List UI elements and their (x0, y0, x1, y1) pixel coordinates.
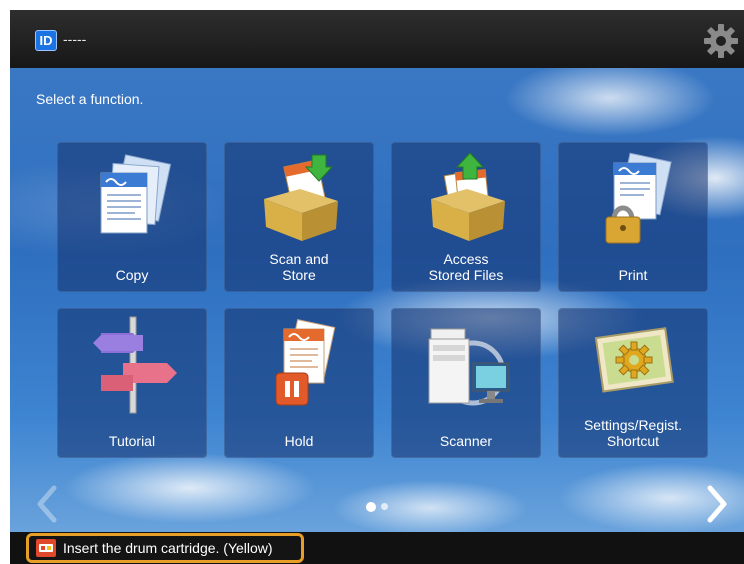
scan-and-store-icon (264, 154, 338, 241)
page-dot-active (366, 501, 376, 512)
print-icon (605, 152, 672, 244)
scanner-label: Scanner (439, 433, 493, 449)
page-dot (381, 503, 388, 511)
scan-and-store-button[interactable]: Scan and Store (224, 142, 374, 292)
print-button[interactable]: Print (558, 142, 708, 292)
access-stored-files-label: Access Stored Files (428, 251, 504, 283)
hold-label: Hold (284, 433, 314, 449)
drum-cartridge-alert-icon (36, 539, 56, 557)
access-stored-files-button[interactable]: Access Stored Files (391, 142, 541, 292)
status-bar: Insert the drum cartridge. (Yellow) (10, 532, 744, 564)
scan-and-store-label: Scan and Store (269, 251, 329, 283)
id-icon[interactable]: ID (35, 30, 57, 51)
print-label: Print (618, 267, 648, 283)
access-stored-files-icon (431, 152, 505, 241)
tutorial-label: Tutorial (108, 433, 156, 449)
main-menu: Select a function. Copy Scan and Store A… (10, 68, 744, 532)
settings-registration-shortcut-button[interactable]: Settings/Regist. Shortcut (558, 308, 708, 458)
page-indicator (366, 498, 393, 516)
top-bar: ID ----- (10, 10, 744, 68)
status-message-text: Insert the drum cartridge. (Yellow) (63, 540, 273, 556)
tutorial-signpost-icon (93, 316, 177, 414)
scanner-icon (428, 328, 510, 406)
settings-shortcut-icon (594, 327, 674, 393)
hold-icon (275, 319, 336, 406)
chevron-right-icon[interactable] (704, 484, 732, 524)
status-message[interactable]: Insert the drum cartridge. (Yellow) (26, 533, 304, 563)
hold-button[interactable]: Hold (224, 308, 374, 458)
chevron-left-icon[interactable] (32, 484, 60, 524)
copy-icon (100, 154, 172, 234)
instruction-text: Select a function. (36, 91, 144, 107)
copy-button[interactable]: Copy (57, 142, 207, 292)
settings-shortcut-label: Settings/Regist. Shortcut (583, 417, 683, 449)
tutorial-button[interactable]: Tutorial (57, 308, 207, 458)
copy-label: Copy (115, 267, 149, 283)
user-name: ----- (63, 31, 87, 47)
device-screen: ID ----- Select a function. Copy Scan an… (10, 10, 744, 564)
gear-icon[interactable] (702, 22, 740, 60)
scanner-button[interactable]: Scanner (391, 308, 541, 458)
